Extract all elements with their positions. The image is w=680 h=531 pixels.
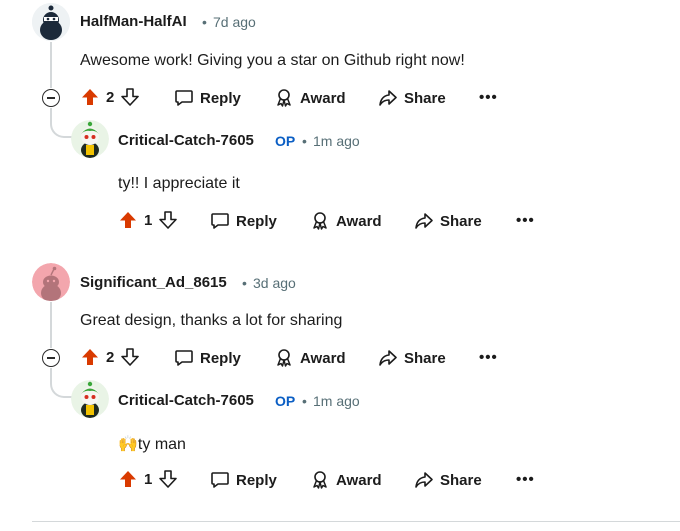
op-badge: OP xyxy=(275,133,296,149)
comment-username[interactable]: HalfMan-HalfAI xyxy=(80,13,187,30)
chat-bubble-icon xyxy=(211,213,229,229)
reply-button[interactable]: Reply xyxy=(174,348,241,368)
share-button[interactable]: Share xyxy=(378,348,446,368)
share-button[interactable]: Share xyxy=(414,211,482,231)
comment-dot-separator: • xyxy=(242,275,247,291)
chat-bubble-icon xyxy=(211,472,229,488)
share-arrow-icon xyxy=(379,350,397,366)
reply-button[interactable]: Reply xyxy=(210,211,277,231)
award-label: Award xyxy=(300,89,346,107)
avatar[interactable] xyxy=(71,120,109,158)
vote-count: 2 xyxy=(106,348,115,366)
avatar[interactable] xyxy=(71,380,109,418)
more-options-button[interactable]: ••• xyxy=(479,89,498,106)
award-icon xyxy=(313,471,327,489)
divider xyxy=(32,521,680,522)
share-label: Share xyxy=(404,349,446,367)
award-icon xyxy=(313,212,327,230)
chat-bubble-icon xyxy=(175,90,193,106)
downvote-icon[interactable] xyxy=(158,210,178,230)
downvote-icon[interactable] xyxy=(120,87,140,107)
collapse-thread-button[interactable] xyxy=(42,349,60,367)
comment-text: ty!! I appreciate it xyxy=(118,175,240,192)
award-label: Award xyxy=(336,212,382,230)
share-button[interactable]: Share xyxy=(378,88,446,108)
share-arrow-icon xyxy=(415,213,433,229)
share-arrow-icon xyxy=(415,472,433,488)
chat-bubble-icon xyxy=(175,350,193,366)
comment-dot-separator: • xyxy=(302,393,307,409)
vote-count: 1 xyxy=(144,211,153,229)
raising-hands-emoji: 🙌 xyxy=(118,436,138,453)
vote-group: 1 xyxy=(118,210,178,230)
thread-line xyxy=(50,302,52,348)
reply-button[interactable]: Reply xyxy=(210,470,277,490)
more-options-button[interactable]: ••• xyxy=(516,471,535,488)
share-arrow-icon xyxy=(379,90,397,106)
vote-group: 2 xyxy=(80,87,140,107)
comment-timestamp[interactable]: 1m ago xyxy=(313,393,360,409)
share-button[interactable]: Share xyxy=(414,470,482,490)
collapse-thread-button[interactable] xyxy=(42,89,60,107)
comment-username[interactable]: Critical-Catch-7605 xyxy=(118,132,254,149)
thread-curve xyxy=(50,108,72,138)
comment-text: 🙌ty man xyxy=(118,434,186,454)
upvote-icon[interactable] xyxy=(118,469,138,489)
vote-group: 2 xyxy=(80,347,140,367)
award-button[interactable]: Award xyxy=(274,348,346,368)
award-button[interactable]: Award xyxy=(310,211,382,231)
downvote-icon[interactable] xyxy=(120,347,140,367)
avatar[interactable] xyxy=(32,3,70,41)
vote-count: 1 xyxy=(144,470,153,488)
comment-timestamp[interactable]: 7d ago xyxy=(213,14,256,30)
more-options-button[interactable]: ••• xyxy=(479,349,498,366)
upvote-icon[interactable] xyxy=(80,347,100,367)
thread-curve xyxy=(50,368,72,398)
share-label: Share xyxy=(440,212,482,230)
award-icon xyxy=(277,89,291,107)
avatar[interactable] xyxy=(32,263,70,301)
comment-text: Great design, thanks a lot for sharing xyxy=(80,312,343,329)
downvote-icon[interactable] xyxy=(158,469,178,489)
comment-timestamp[interactable]: 3d ago xyxy=(253,275,296,291)
comment-dot-separator: • xyxy=(202,14,207,30)
comment-dot-separator: • xyxy=(302,133,307,149)
share-label: Share xyxy=(440,471,482,489)
reply-label: Reply xyxy=(200,349,241,367)
upvote-icon[interactable] xyxy=(80,87,100,107)
share-label: Share xyxy=(404,89,446,107)
reply-button[interactable]: Reply xyxy=(174,88,241,108)
vote-group: 1 xyxy=(118,469,178,489)
award-button[interactable]: Award xyxy=(274,88,346,108)
award-icon xyxy=(277,349,291,367)
comment-text-content: ty man xyxy=(137,436,186,453)
reply-label: Reply xyxy=(200,89,241,107)
reply-label: Reply xyxy=(236,212,277,230)
comment-username[interactable]: Significant_Ad_8615 xyxy=(80,274,227,291)
reply-label: Reply xyxy=(236,471,277,489)
upvote-icon[interactable] xyxy=(118,210,138,230)
comment-username[interactable]: Critical-Catch-7605 xyxy=(118,392,254,409)
op-badge: OP xyxy=(275,393,296,409)
comment-timestamp[interactable]: 1m ago xyxy=(313,133,360,149)
award-button[interactable]: Award xyxy=(310,470,382,490)
award-label: Award xyxy=(336,471,382,489)
thread-line xyxy=(50,42,52,88)
comment-text: Awesome work! Giving you a star on Githu… xyxy=(80,52,465,69)
more-options-button[interactable]: ••• xyxy=(516,212,535,229)
award-label: Award xyxy=(300,349,346,367)
vote-count: 2 xyxy=(106,88,115,106)
